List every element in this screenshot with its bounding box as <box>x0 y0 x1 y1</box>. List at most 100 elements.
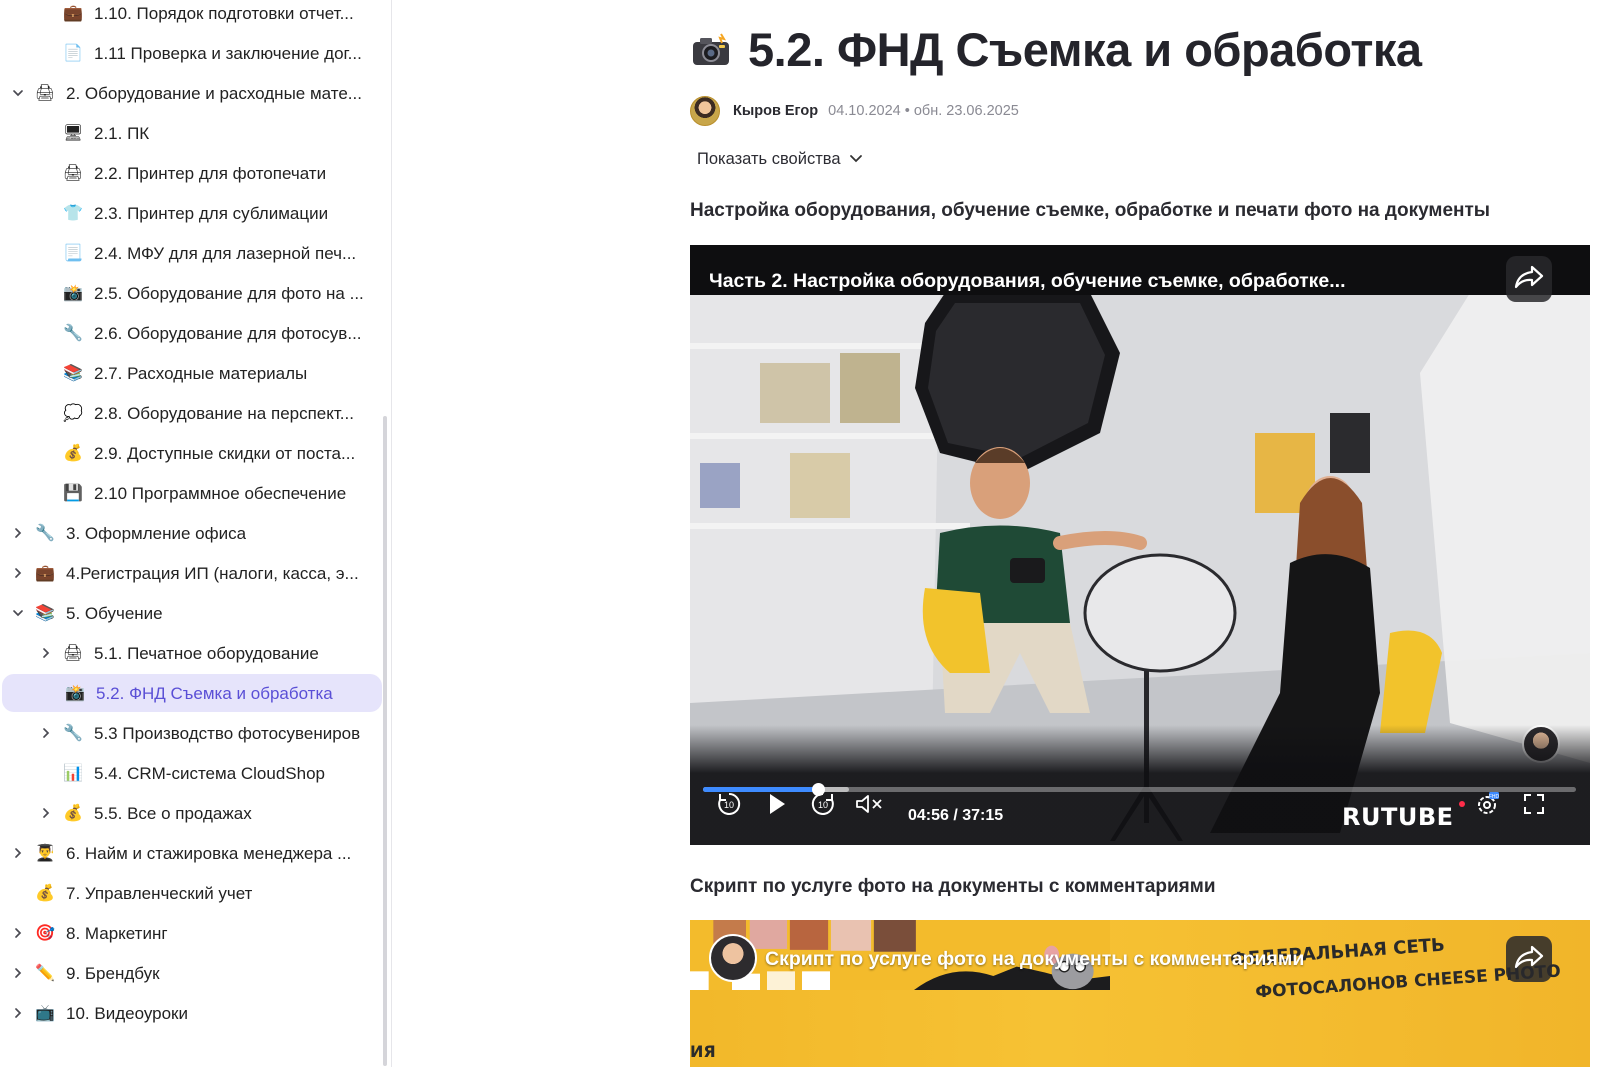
sidebar-item[interactable]: 💰 7. Управленческий учет <box>0 874 382 912</box>
svg-text:FHD: FHD <box>1489 794 1500 800</box>
page-meta: Кыров Егор 04.10.2024 • обн. 23.06.2025 <box>690 96 1019 126</box>
video-player[interactable]: ФЕДЕРАЛЬНАЯ СЕТЬ ФОТОСАЛОНОВ CHEESE PHOT… <box>690 920 1590 1067</box>
sidebar-item-label: 9. Брендбук <box>66 964 160 983</box>
chevron-right-icon[interactable] <box>10 845 26 861</box>
rewind-10-icon: 10 <box>716 791 742 822</box>
sidebar-item-label: 2.2. Принтер для фотопечати <box>94 164 327 183</box>
forward-10-button[interactable]: 10 <box>808 791 838 821</box>
sidebar-item[interactable]: 📸 5.2. ФНД Съемка и обработка <box>2 674 382 712</box>
sidebar-item[interactable]: 💾 2.10 Программное обеспечение <box>0 474 382 512</box>
chevron-right-icon[interactable] <box>10 565 26 581</box>
printer-icon: 🖨 <box>62 645 84 662</box>
chevron-down-icon[interactable] <box>10 605 26 621</box>
play-button[interactable] <box>762 791 792 821</box>
chevron-down-icon[interactable] <box>10 85 26 101</box>
mute-button[interactable] <box>853 791 887 821</box>
sidebar-item-label: 1.11 Проверка и заключение дог... <box>94 44 362 63</box>
floppy-disk-icon: 💾 <box>63 485 83 502</box>
sidebar-item[interactable]: 💰 5.5. Все о продажах <box>0 794 382 832</box>
sidebar-item[interactable]: 📚 5. Обучение <box>0 594 382 632</box>
chevron-right-icon[interactable] <box>10 525 26 541</box>
volume-muted-icon <box>855 793 885 820</box>
sidebar-item[interactable]: 📸 2.5. Оборудование для фото на ... <box>0 274 382 312</box>
chevron-right-icon[interactable] <box>38 805 54 821</box>
wrench-icon: 🔧 <box>63 325 83 342</box>
wrench-icon: 🔧 <box>35 525 55 542</box>
sidebar-item[interactable]: 🎯 8. Маркетинг <box>0 914 382 952</box>
share-button[interactable] <box>1506 936 1552 982</box>
sidebar-item-label: 2.8. Оборудование на перспект... <box>94 404 354 423</box>
sidebar-item[interactable]: 🖨 2. Оборудование и расходные мате... <box>0 74 382 112</box>
svg-text:10: 10 <box>818 800 828 810</box>
sidebar-item-label: 2.1. ПК <box>94 124 150 143</box>
sidebar-item-label: 6. Найм и стажировка менеджера ... <box>66 844 352 863</box>
channel-avatar[interactable] <box>709 934 757 982</box>
chevron-right-icon[interactable] <box>10 925 26 941</box>
sidebar-item[interactable]: 🔧 3. Оформление офиса <box>0 514 382 552</box>
sidebar-item[interactable]: 🔧 2.6. Оборудование для фотосув... <box>0 314 382 352</box>
chevron-right-icon[interactable] <box>38 645 54 661</box>
sidebar-item-label: 2.3. Принтер для сублимации <box>94 204 329 223</box>
fullscreen-button[interactable] <box>1519 791 1549 821</box>
money-bag-icon: 💰 <box>63 445 83 462</box>
sidebar-item[interactable]: 📊 5.4. CRM-система CloudShop <box>0 754 382 792</box>
paper-icon: 📃 <box>63 245 83 262</box>
sidebar-item-label: 3. Оформление офиса <box>66 524 247 543</box>
sidebar-item[interactable]: 💼 1.10. Порядок подготовки отчет... <box>0 0 382 32</box>
sidebar-item-label: 2.7. Расходные материалы <box>94 364 308 383</box>
video-title[interactable]: Скрипт по услуге фото на документы с ком… <box>765 948 1304 971</box>
sidebar-item[interactable]: 🖨 5.1. Печатное оборудование <box>0 634 382 672</box>
money-bag-icon: 💰 <box>35 885 55 902</box>
sidebar-item[interactable]: 📺 10. Видеоуроки <box>0 994 382 1032</box>
briefcase-icon: 💼 <box>63 5 83 22</box>
video-title[interactable]: Часть 2. Настройка оборудования, обучени… <box>709 270 1346 293</box>
sidebar-item-label: 4.Регистрация ИП (налоги, касса, э... <box>66 564 359 583</box>
briefcase-icon: 💼 <box>35 565 55 582</box>
sidebar-item-label: 7. Управленческий учет <box>66 884 253 903</box>
sidebar-item[interactable]: 📃 2.4. МФУ для для лазерной печ... <box>0 234 382 272</box>
sidebar-item[interactable]: 🔧 5.3 Производство фотосувениров <box>0 714 382 752</box>
books-icon: 📚 <box>35 605 55 622</box>
chevron-right-icon[interactable] <box>10 965 26 981</box>
sidebar-item[interactable]: 🖥 2.1. ПК <box>0 114 382 152</box>
show-properties-toggle[interactable]: Показать свойства <box>697 150 863 169</box>
sidebar-item-label: 2.5. Оборудование для фото на ... <box>94 284 364 303</box>
author-name[interactable]: Кыров Егор <box>733 103 818 119</box>
sidebar-item-label: 5. Обучение <box>66 604 163 623</box>
show-properties-label: Показать свойства <box>697 150 841 168</box>
printer-icon: 🖨 <box>62 165 84 182</box>
tshirt-icon: 👕 <box>63 205 83 222</box>
share-button[interactable] <box>1506 256 1552 302</box>
sidebar-item-label: 1.10. Порядок подготовки отчет... <box>94 4 354 23</box>
page-title: 5.2. ФНД Съемка и обработка <box>748 23 1422 76</box>
books-icon: 📚 <box>63 365 83 382</box>
sidebar-item[interactable]: 👕 2.3. Принтер для сублимации <box>0 194 382 232</box>
rewind-10-button[interactable]: 10 <box>714 791 744 821</box>
sidebar-item[interactable]: 🖨 2.2. Принтер для фотопечати <box>0 154 382 192</box>
bar-chart-icon: 📊 <box>63 765 83 782</box>
sidebar-item[interactable]: 📄 1.11 Проверка и заключение дог... <box>0 34 382 72</box>
sidebar-item-label: 2. Оборудование и расходные мате... <box>66 84 362 103</box>
rutube-logo[interactable]: RUTUBE <box>1342 803 1454 831</box>
camera-flash-icon: 📸 <box>65 685 85 702</box>
camera-flash-icon <box>690 29 732 71</box>
wall-sign-text: ИЯ <box>690 1042 716 1061</box>
sidebar-item[interactable]: ✏️ 9. Брендбук <box>0 954 382 992</box>
sidebar-scrollbar[interactable] <box>383 416 387 1066</box>
sidebar-item-label: 2.6. Оборудование для фотосув... <box>94 324 362 343</box>
pencil-icon: ✏️ <box>35 965 55 982</box>
sidebar-item[interactable]: 💼 4.Регистрация ИП (налоги, касса, э... <box>0 554 382 592</box>
sidebar-item[interactable]: 📚 2.7. Расходные материалы <box>0 354 382 392</box>
quality-settings-button[interactable]: FHD <box>1472 791 1502 821</box>
sidebar-item[interactable]: 👨‍🎓 6. Найм и стажировка менеджера ... <box>0 834 382 872</box>
sidebar-item[interactable]: 💭 2.8. Оборудование на перспект... <box>0 394 382 432</box>
chevron-right-icon[interactable] <box>38 725 54 741</box>
sidebar-item-label: 5.4. CRM-система CloudShop <box>94 764 325 783</box>
sidebar-item[interactable]: 💰 2.9. Доступные скидки от поста... <box>0 434 382 472</box>
video-player[interactable]: Часть 2. Настройка оборудования, обучени… <box>690 245 1590 845</box>
camera-flash-icon: 📸 <box>63 285 83 302</box>
forward-10-icon: 10 <box>810 791 836 822</box>
chevron-right-icon[interactable] <box>10 1005 26 1021</box>
sidebar-item-label: 5.1. Печатное оборудование <box>94 644 319 663</box>
author-avatar[interactable] <box>690 96 720 126</box>
